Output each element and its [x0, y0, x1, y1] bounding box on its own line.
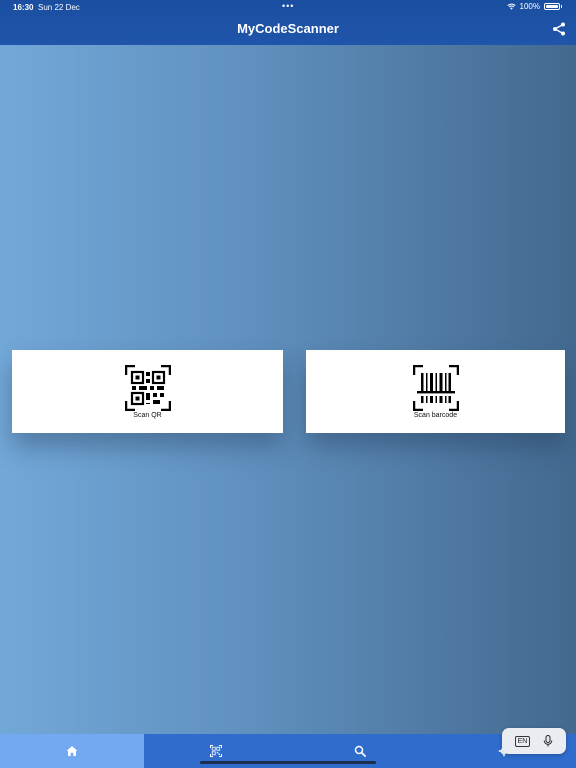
multitasking-dots[interactable]: •••: [282, 1, 294, 11]
share-icon[interactable]: [552, 22, 566, 36]
app-window: 16:30 Sun 22 Dec ••• 100% MyCodeScanner: [0, 0, 576, 768]
main-content: Scan QR Scan barcode: [0, 45, 576, 734]
language-button[interactable]: EN: [514, 735, 531, 747]
keyboard-dictation-widget: EN: [502, 728, 566, 754]
scan-barcode-label: Scan barcode: [413, 411, 458, 419]
status-indicators: 100%: [506, 2, 562, 11]
scan-qr-button[interactable]: Scan QR: [12, 350, 283, 433]
barcode-icon: [412, 364, 459, 411]
home-icon: [66, 746, 78, 756]
battery-icon: [544, 3, 560, 10]
scan-barcode-button[interactable]: Scan barcode: [306, 350, 565, 433]
search-icon: [354, 745, 366, 757]
wifi-icon: [506, 3, 516, 10]
header: 16:30 Sun 22 Dec ••• 100% MyCodeScanner: [0, 0, 576, 45]
status-time: 16:30: [13, 3, 34, 12]
page-title: MyCodeScanner: [237, 21, 339, 36]
battery-tip: [561, 5, 562, 8]
home-indicator[interactable]: [200, 761, 376, 764]
qr-code-icon: [210, 745, 222, 757]
tab-home[interactable]: [0, 734, 144, 768]
battery-percentage: 100%: [519, 2, 540, 11]
scan-qr-label: Scan QR: [133, 411, 162, 419]
microphone-icon[interactable]: [543, 735, 553, 747]
status-date: Sun 22 Dec: [38, 3, 80, 12]
qr-code-icon: [124, 364, 171, 411]
